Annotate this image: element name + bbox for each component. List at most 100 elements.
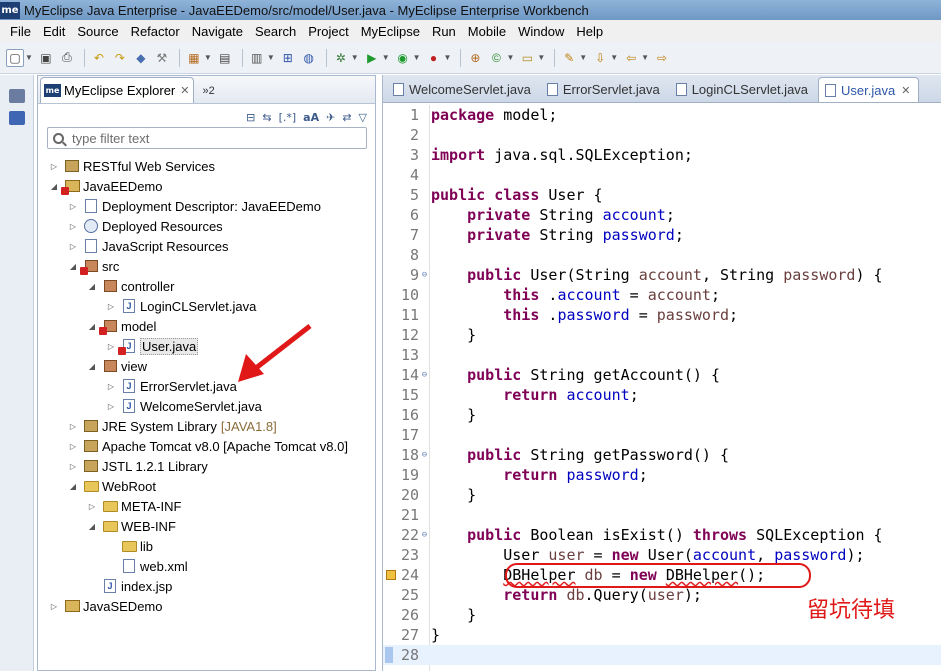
menu-mobile[interactable]: Mobile (462, 24, 512, 39)
new-class-dropdown-icon[interactable]: ▼ (506, 53, 514, 62)
back-icon[interactable]: ⇦ (622, 49, 640, 67)
type-filter-input[interactable]: type filter text (47, 127, 367, 149)
annotation-icon[interactable]: ✎ (560, 49, 578, 67)
menu-project[interactable]: Project (302, 24, 354, 39)
code-line[interactable]: 8 (383, 245, 941, 265)
new-dropdown-icon[interactable]: ▼ (25, 53, 33, 62)
print-icon[interactable]: ⎙ (58, 49, 76, 67)
code-line[interactable]: 4 (383, 165, 941, 185)
tree-item[interactable]: ◢ view (38, 356, 375, 376)
next-annotation-icon[interactable]: ⇩ (591, 49, 609, 67)
build-icon[interactable]: ⚒ (153, 49, 171, 67)
external-tools-icon[interactable]: ● (425, 49, 443, 67)
close-icon[interactable]: ✕ (901, 84, 910, 97)
tree-item[interactable]: ◢ model (38, 316, 375, 336)
fold-toggle-icon[interactable]: ⊖ (419, 370, 430, 380)
menu-edit[interactable]: Edit (37, 24, 71, 39)
fold-toggle-icon[interactable]: ⊖ (419, 270, 430, 280)
menu-navigate[interactable]: Navigate (186, 24, 249, 39)
collapsed-arrow-icon[interactable]: ▷ (48, 162, 60, 171)
editor-tab[interactable]: WelcomeServlet.java (387, 77, 539, 102)
open-folder-dropdown-icon[interactable]: ▼ (537, 53, 545, 62)
code-line[interactable]: 23 User user = new User(account, passwor… (383, 545, 941, 565)
code-line[interactable]: 14 ⊖ public String getAccount() { (383, 365, 941, 385)
code-line[interactable]: 19 return password; (383, 465, 941, 485)
code-line[interactable]: 5 public class User { (383, 185, 941, 205)
collapsed-arrow-icon[interactable]: ▷ (105, 382, 117, 391)
filter-icon[interactable]: [.*] (279, 111, 297, 124)
external-tools-dropdown-icon[interactable]: ▼ (444, 53, 452, 62)
code-line[interactable]: 2 (383, 125, 941, 145)
collapsed-arrow-icon[interactable]: ▷ (105, 402, 117, 411)
code-line[interactable]: 6 private String account; (383, 205, 941, 225)
collapsed-arrow-icon[interactable]: ▷ (67, 242, 79, 251)
run-dropdown-icon[interactable]: ▼ (382, 53, 390, 62)
tree-item[interactable]: ▷ Deployment Descriptor: JavaEEDemo (38, 196, 375, 216)
tree-item[interactable]: web.xml (38, 556, 375, 576)
myeclipse-logo-icon[interactable]: me (0, 1, 20, 19)
collapsed-arrow-icon[interactable]: ▷ (86, 502, 98, 511)
close-icon[interactable]: ✕ (180, 84, 189, 97)
code-line[interactable]: 21 (383, 505, 941, 525)
collapsed-arrow-icon[interactable]: ▷ (67, 462, 79, 471)
open-folder-icon[interactable]: ▭ (518, 49, 536, 67)
forward-icon[interactable]: ⇨ (653, 49, 671, 67)
tree-item[interactable]: ▷ Deployed Resources (38, 216, 375, 236)
tab-myeclipse-explorer[interactable]: me MyEclipse Explorer ✕ (40, 77, 195, 103)
tree-item[interactable]: ▷ Apache Tomcat v8.0 [Apache Tomcat v8.0] (38, 436, 375, 456)
tree-item[interactable]: ▷ JSTL 1.2.1 Library (38, 456, 375, 476)
collapsed-arrow-icon[interactable]: ▷ (48, 602, 60, 611)
grid-icon[interactable]: ▦ (185, 49, 203, 67)
tree-item[interactable]: ◢ JavaEEDemo (38, 176, 375, 196)
code-line[interactable]: 17 (383, 425, 941, 445)
menu-window[interactable]: Window (512, 24, 570, 39)
collapsed-arrow-icon[interactable]: ▷ (67, 202, 79, 211)
fold-toggle-icon[interactable]: ⊖ (419, 530, 430, 540)
menu-refactor[interactable]: Refactor (125, 24, 186, 39)
expanded-arrow-icon[interactable]: ◢ (67, 482, 79, 491)
server-icon[interactable]: ▥ (248, 49, 266, 67)
next-annotation-dropdown-icon[interactable]: ▼ (610, 53, 618, 62)
tree-item[interactable]: ▷ J WelcomeServlet.java (38, 396, 375, 416)
undo-icon[interactable]: ↶ (90, 49, 108, 67)
font-icon[interactable]: aA (303, 111, 319, 124)
tree-item[interactable]: ◢ src (38, 256, 375, 276)
code-line[interactable]: 16 } (383, 405, 941, 425)
code-line[interactable]: 7 private String password; (383, 225, 941, 245)
server-dropdown-icon[interactable]: ▼ (267, 53, 275, 62)
tree-item[interactable]: ◢ WebRoot (38, 476, 375, 496)
tree-item[interactable]: ◢ WEB-INF (38, 516, 375, 536)
code-line[interactable]: 13 (383, 345, 941, 365)
menu-file[interactable]: File (4, 24, 37, 39)
expanded-arrow-icon[interactable]: ◢ (86, 362, 98, 371)
perspective-icon[interactable] (8, 111, 25, 125)
debug-dropdown-icon[interactable]: ▼ (351, 53, 359, 62)
tree-item[interactable]: Jindex.jsp (38, 576, 375, 596)
editor-tab[interactable]: User.java ✕ (818, 77, 920, 102)
more-views-button[interactable]: »2 (202, 85, 214, 97)
coverage-dropdown-icon[interactable]: ▼ (413, 53, 421, 62)
view-menu-icon[interactable]: ▽ (359, 111, 367, 124)
editor-tab[interactable]: LoginCLServlet.java (670, 77, 816, 102)
new-package-icon[interactable]: ⊕ (466, 49, 484, 67)
pin-icon[interactable]: ✈ (326, 111, 335, 124)
code-line[interactable]: 12 } (383, 325, 941, 345)
collapsed-arrow-icon[interactable]: ▷ (105, 342, 117, 351)
save-icon[interactable]: ▣ (37, 49, 55, 67)
code-line[interactable]: 15 return account; (383, 385, 941, 405)
new-icon[interactable]: ▢ (6, 48, 24, 67)
menu-run[interactable]: Run (426, 24, 462, 39)
menu-source[interactable]: Source (71, 24, 124, 39)
tree-item[interactable]: ▷ META-INF (38, 496, 375, 516)
error-marker-icon[interactable] (386, 570, 396, 580)
code-line[interactable]: 27} (383, 625, 941, 645)
code-line[interactable]: 11 this .password = password; (383, 305, 941, 325)
new-class-icon[interactable]: © (487, 49, 505, 67)
expanded-arrow-icon[interactable]: ◢ (86, 522, 98, 531)
code-line[interactable]: 22 ⊖ public Boolean isExist() throws SQLE… (383, 525, 941, 545)
redo-icon[interactable]: ↷ (111, 49, 129, 67)
back-dropdown-icon[interactable]: ▼ (641, 53, 649, 62)
code-line[interactable]: 18 ⊖ public String getPassword() { (383, 445, 941, 465)
open-type-icon[interactable]: ◆ (132, 49, 150, 67)
collapsed-arrow-icon[interactable]: ▷ (67, 422, 79, 431)
